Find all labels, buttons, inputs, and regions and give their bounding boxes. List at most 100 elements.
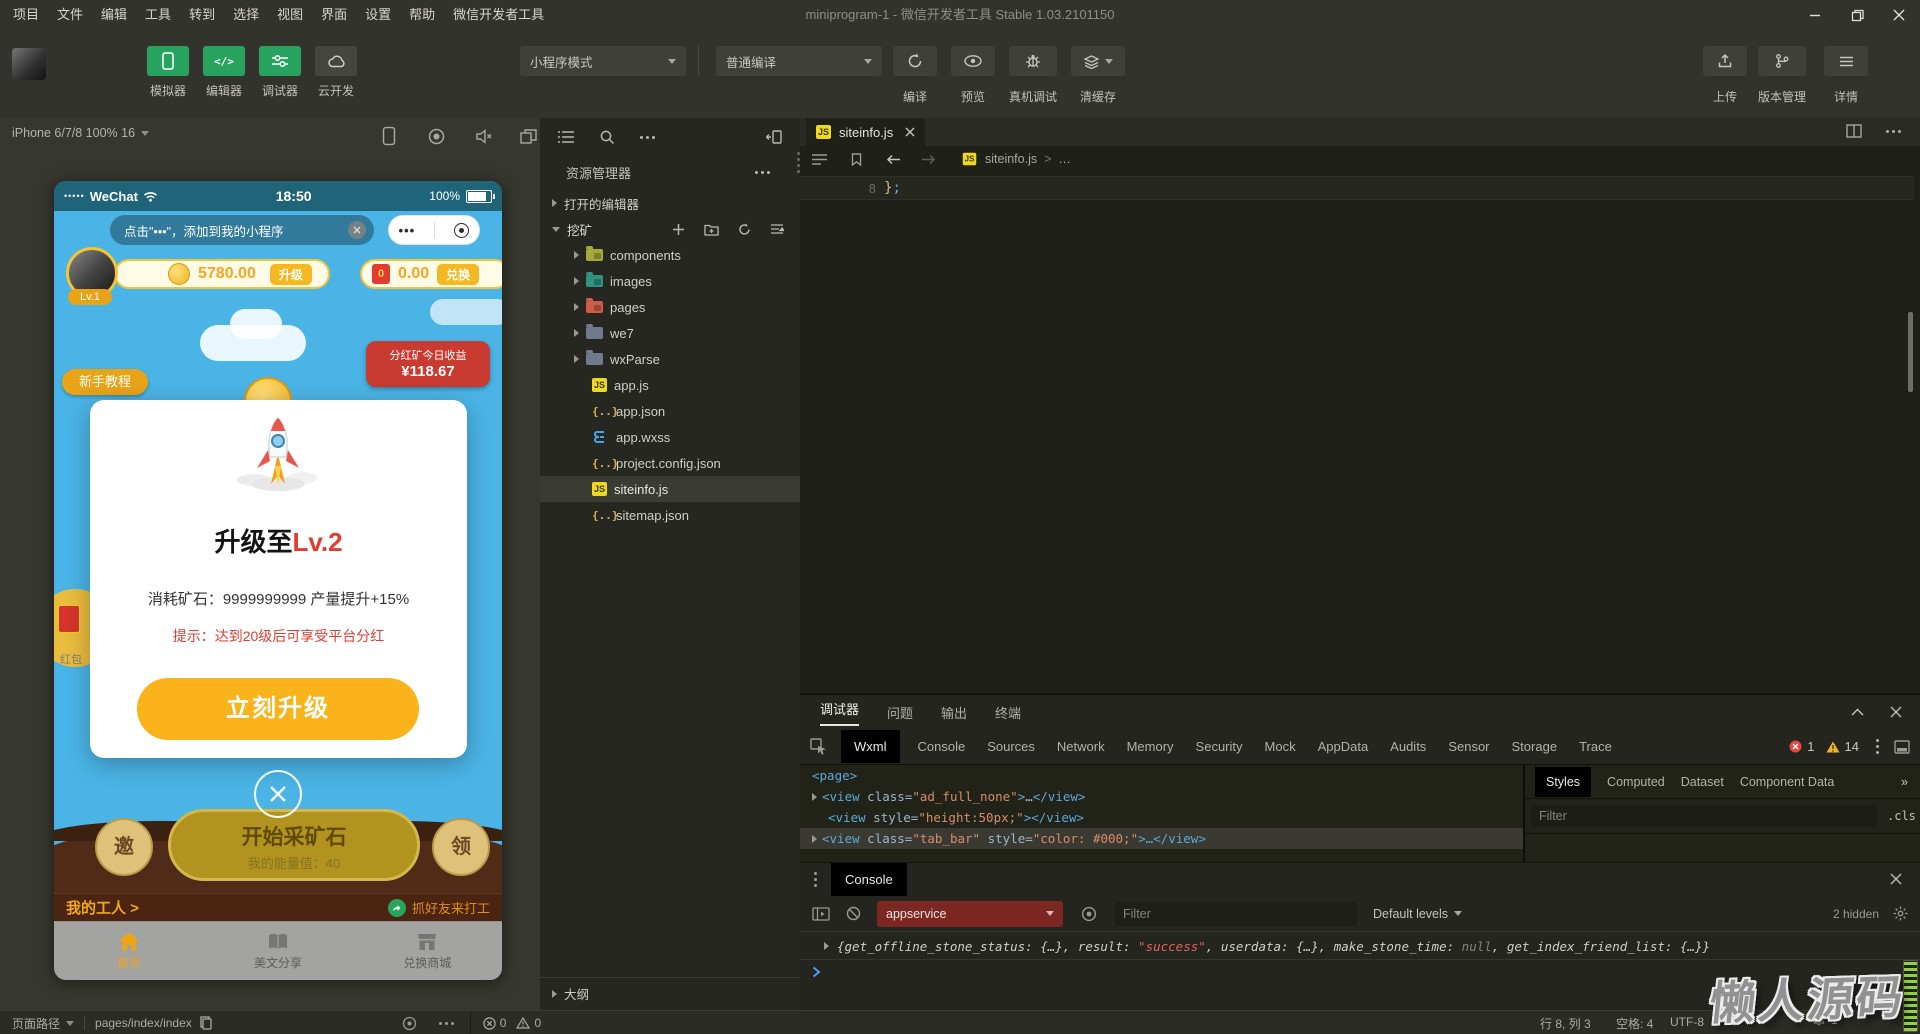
encoding-setting[interactable]: UTF-8 [1670, 1015, 1704, 1029]
menu-edit[interactable]: 编辑 [92, 0, 136, 30]
wxml-line[interactable]: <view style="height:50px;"></view> [800, 807, 1523, 828]
menu-help[interactable]: 帮助 [400, 0, 444, 30]
devtools-tab-wxml[interactable]: Wxml [841, 730, 900, 763]
debugger-toggle[interactable]: 调试器 [258, 46, 302, 99]
mine-button[interactable]: 开始采矿石 我的能量值：40 [168, 809, 420, 881]
forward-icon[interactable] [921, 154, 936, 165]
user-avatar[interactable] [12, 48, 46, 80]
workers-link[interactable]: 我的工人 > [66, 897, 139, 918]
error-badge-icon[interactable] [1789, 740, 1802, 753]
clear-cache-button[interactable] [1071, 46, 1125, 76]
devtools-tab-audits[interactable]: Audits [1390, 739, 1426, 754]
dialog-close-button[interactable] [254, 770, 302, 818]
capsule-exit-icon[interactable] [454, 222, 470, 238]
details-button[interactable] [1824, 46, 1868, 76]
minimize-button[interactable] [1794, 0, 1836, 30]
simulator-toggle[interactable]: 模拟器 [146, 46, 190, 99]
tree-folder-components[interactable]: components [540, 242, 800, 268]
invite-circle-button[interactable]: 邀 [95, 818, 153, 876]
styles-tab-computed[interactable]: Computed [1607, 775, 1665, 789]
tab-home[interactable]: 首页 [54, 932, 203, 971]
tip-close-icon[interactable] [348, 221, 366, 239]
cls-toggle[interactable]: .cls [1887, 809, 1916, 823]
clear-console-icon[interactable] [846, 906, 861, 921]
indent-setting[interactable]: 空格: 4 [1616, 1015, 1653, 1032]
preview-button[interactable] [951, 46, 995, 76]
menu-tools[interactable]: 工具 [136, 0, 180, 30]
copy-icon[interactable] [200, 1016, 212, 1030]
warning-badge-icon[interactable] [1826, 741, 1840, 753]
styles-tab-styles[interactable]: Styles [1535, 766, 1592, 797]
upgrade-now-button[interactable]: 立刻升级 [137, 678, 419, 740]
editor-toggle[interactable]: </> 编辑器 [202, 46, 246, 99]
close-panel-icon[interactable] [1890, 706, 1902, 718]
tab-terminal[interactable]: 终端 [995, 703, 1021, 722]
wechat-capsule[interactable]: ••• [388, 215, 480, 245]
compile-button[interactable] [893, 46, 937, 76]
version-button[interactable] [1758, 46, 1806, 76]
console-close-icon[interactable] [1890, 873, 1902, 885]
phone-simulator[interactable]: ••••• WeChat 18:50 100% 点击"•••"，添加到我的小程序… [54, 181, 502, 980]
menu-settings[interactable]: 设置 [356, 0, 400, 30]
detach-window-icon[interactable] [520, 129, 537, 144]
tree-file-projectconfig[interactable]: {..} project.config.json [540, 450, 800, 476]
wxml-line[interactable]: <page> [800, 765, 1523, 786]
restore-button[interactable] [1836, 0, 1878, 30]
tab-debugger[interactable]: 调试器 [820, 699, 860, 726]
tab-shop[interactable]: 兑换商城 [353, 933, 502, 971]
bonus-badge[interactable]: 分红矿今日收益 ¥118.67 [366, 341, 490, 387]
breadcrumb[interactable]: siteinfo.js [985, 152, 1037, 166]
preview-eye-icon[interactable] [402, 1016, 417, 1031]
mute-icon[interactable] [476, 129, 492, 144]
editor-scrollbar-marker[interactable] [1908, 312, 1913, 392]
show-sidebar-icon[interactable] [812, 906, 830, 921]
new-folder-icon[interactable] [704, 223, 719, 236]
console-filter-input[interactable] [1115, 901, 1357, 926]
search-icon[interactable] [600, 130, 614, 144]
more-icon[interactable] [640, 135, 655, 139]
back-icon[interactable] [886, 154, 901, 165]
exchange-button[interactable]: 兑换 [437, 263, 480, 285]
tab-output[interactable]: 输出 [941, 703, 967, 722]
outline-section[interactable]: 大纲 [540, 977, 800, 1009]
claim-circle-button[interactable]: 领 [432, 818, 490, 876]
tree-file-appjs[interactable]: JS app.js [540, 372, 800, 398]
devtools-tab-console[interactable]: Console [918, 739, 966, 754]
tree-folder-we7[interactable]: we7 [540, 320, 800, 346]
devtools-tab-security[interactable]: Security [1196, 739, 1243, 754]
devtools-tab-network[interactable]: Network [1057, 739, 1105, 754]
tree-folder-wxparse[interactable]: wxParse [540, 346, 800, 372]
styles-tabs-overflow[interactable]: » [1901, 775, 1908, 789]
wxml-line-selected[interactable]: <view class="tab_bar" style="color: #000… [800, 828, 1523, 849]
warning-counter[interactable]: 0 [516, 1016, 541, 1030]
explorer-more-icon[interactable] [755, 170, 770, 174]
tree-folder-pages[interactable]: pages [540, 294, 800, 320]
menu-file[interactable]: 文件 [48, 0, 92, 30]
styles-tab-componentdata[interactable]: Component Data [1740, 775, 1835, 789]
remote-debug-button[interactable] [1009, 46, 1057, 76]
close-button[interactable] [1878, 0, 1920, 30]
collapse-all-icon[interactable] [770, 223, 784, 236]
cursor-position[interactable]: 行 8, 列 3 [1540, 1015, 1591, 1032]
error-counter[interactable]: 0 [483, 1016, 506, 1030]
styles-tab-dataset[interactable]: Dataset [1681, 775, 1724, 789]
levels-select[interactable]: Default levels [1373, 907, 1463, 921]
project-root-section[interactable]: 挖矿 [540, 216, 800, 242]
menu-select[interactable]: 选择 [224, 0, 268, 30]
new-file-icon[interactable] [672, 223, 685, 236]
tab-articles[interactable]: 美文分享 [203, 933, 352, 971]
devtools-more-icon[interactable] [1876, 739, 1879, 754]
bookmark-icon[interactable] [851, 152, 862, 166]
tree-file-siteinfo[interactable]: JS siteinfo.js [540, 476, 800, 502]
mode-select[interactable]: 小程序模式 [520, 46, 686, 76]
upgrade-button[interactable]: 升级 [269, 263, 312, 285]
dock-icon[interactable] [1894, 739, 1910, 754]
tree-folder-images[interactable]: images [540, 268, 800, 294]
console-menu-icon[interactable] [814, 871, 817, 887]
menu-project[interactable]: 项目 [4, 0, 48, 30]
devtools-tab-sources[interactable]: Sources [987, 739, 1035, 754]
menu-view[interactable]: 视图 [268, 0, 312, 30]
devtools-tab-sensor[interactable]: Sensor [1448, 739, 1489, 754]
wxml-line[interactable]: <view class="ad_full_none">…</view> [800, 786, 1523, 807]
refresh-tree-icon[interactable] [738, 223, 751, 236]
